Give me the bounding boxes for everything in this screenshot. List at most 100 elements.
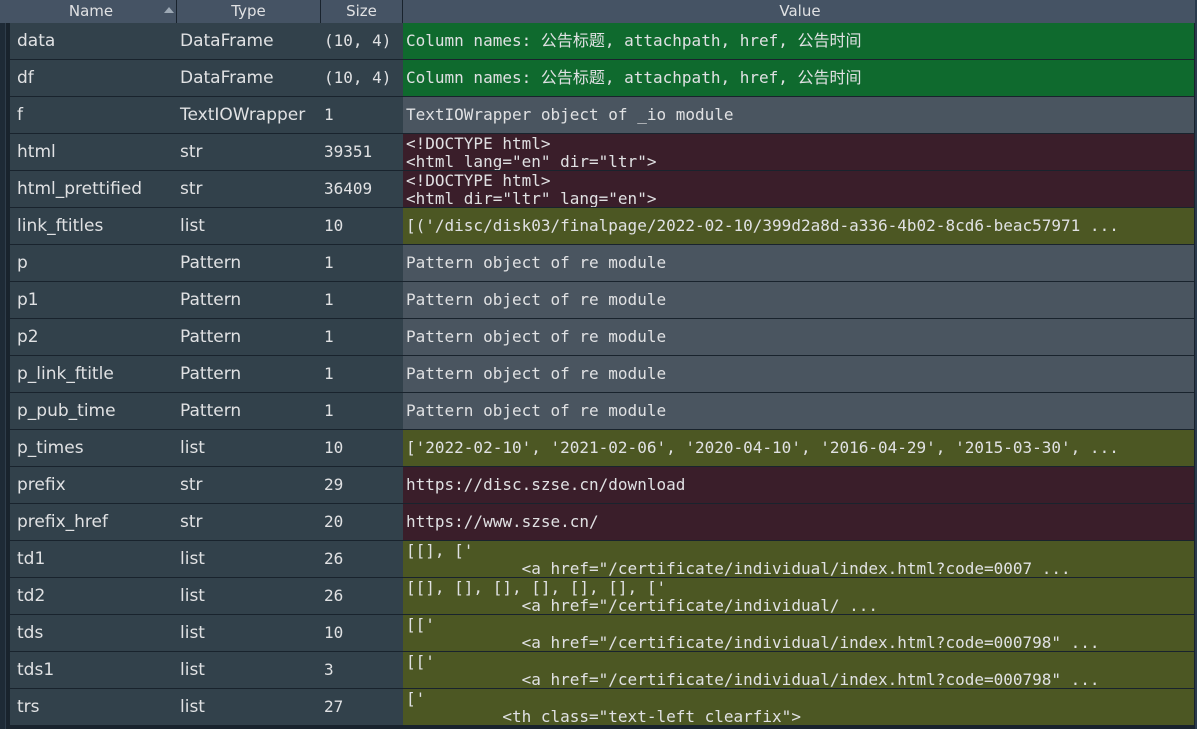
- variable-name-cell[interactable]: p2: [10, 319, 176, 355]
- variable-name-cell[interactable]: p1: [10, 282, 176, 318]
- variable-size-cell[interactable]: 1: [320, 282, 403, 318]
- column-header-type[interactable]: Type: [177, 0, 321, 23]
- column-header-value[interactable]: Value: [403, 0, 1197, 23]
- variable-size-cell[interactable]: 20: [320, 504, 403, 540]
- sort-ascending-icon[interactable]: [164, 7, 174, 13]
- variable-name-cell[interactable]: data: [10, 23, 176, 59]
- variable-name-cell[interactable]: td2: [10, 578, 176, 614]
- table-row[interactable]: df DataFrame (10, 4) Column names: 公告标题, at…: [0, 60, 1197, 97]
- variable-value-cell[interactable]: Column names: 公告标题, attachpath, href, 公告…: [403, 23, 1194, 59]
- variable-size-cell[interactable]: 36409: [320, 171, 403, 207]
- variable-value-cell[interactable]: [[' <a href="/certificate/individual/ind…: [403, 615, 1194, 651]
- variable-size-cell[interactable]: 10: [320, 615, 403, 651]
- table-row[interactable]: td1 list 26 [[], [' <a href="/certificate/i…: [0, 541, 1197, 578]
- variable-value-cell[interactable]: Pattern object of re module: [403, 319, 1194, 355]
- variable-type-cell[interactable]: str: [176, 504, 320, 540]
- table-row[interactable]: p_pub_time Pattern 1 Pattern object of re m…: [0, 393, 1197, 430]
- variable-name-cell[interactable]: link_ftitles: [10, 208, 176, 244]
- variable-value-cell[interactable]: Pattern object of re module: [403, 356, 1194, 392]
- variable-value-cell[interactable]: <!DOCTYPE html> <html dir="ltr" lang="en"…: [403, 171, 1194, 207]
- variable-size-cell[interactable]: 1: [320, 393, 403, 429]
- variable-size-cell[interactable]: 1: [320, 356, 403, 392]
- variable-size-cell[interactable]: (10, 4): [320, 23, 403, 59]
- variable-name-cell[interactable]: df: [10, 60, 176, 96]
- variable-value-cell[interactable]: Pattern object of re module: [403, 245, 1194, 281]
- variable-name-cell[interactable]: html_prettified: [10, 171, 176, 207]
- variable-size-cell[interactable]: 10: [320, 430, 403, 466]
- variable-value-cell[interactable]: Pattern object of re module: [403, 282, 1194, 318]
- table-row[interactable]: html_prettified str 36409 <!DOCTYPE html> <h…: [0, 171, 1197, 208]
- variable-value-cell[interactable]: ['2022-02-10', '2021-02-06', '2020-04-10…: [403, 430, 1194, 466]
- variable-name-cell[interactable]: p_link_ftitle: [10, 356, 176, 392]
- variable-type-cell[interactable]: str: [176, 467, 320, 503]
- variable-type-cell[interactable]: list: [176, 541, 320, 577]
- variable-size-cell[interactable]: 3: [320, 652, 403, 688]
- variable-value-cell[interactable]: TextIOWrapper object of _io module: [403, 97, 1194, 133]
- variable-size-cell[interactable]: 26: [320, 541, 403, 577]
- variable-name-cell[interactable]: p: [10, 245, 176, 281]
- table-row[interactable]: tds list 10 [[' <a href="/certificate/indiv…: [0, 615, 1197, 652]
- variable-name-cell[interactable]: prefix_href: [10, 504, 176, 540]
- variable-value-cell[interactable]: Column names: 公告标题, attachpath, href, 公告…: [403, 60, 1194, 96]
- variable-type-cell[interactable]: Pattern: [176, 393, 320, 429]
- variable-size-cell[interactable]: (10, 4): [320, 60, 403, 96]
- variable-type-cell[interactable]: Pattern: [176, 282, 320, 318]
- variable-name-cell[interactable]: td1: [10, 541, 176, 577]
- variable-size-cell[interactable]: 39351: [320, 134, 403, 170]
- table-row[interactable]: prefix str 29 https://disc.szse.cn/download: [0, 467, 1197, 504]
- variable-value-cell[interactable]: [[], [' <a href="/certificate/individual…: [403, 541, 1194, 577]
- variable-value-cell[interactable]: [('/disc/disk03/finalpage/2022-02-10/399…: [403, 208, 1194, 244]
- variable-size-cell[interactable]: 1: [320, 97, 403, 133]
- variable-name-cell[interactable]: p_pub_time: [10, 393, 176, 429]
- table-row[interactable]: p2 Pattern 1 Pattern object of re module: [0, 319, 1197, 356]
- variable-size-cell[interactable]: 29: [320, 467, 403, 503]
- variable-type-cell[interactable]: list: [176, 430, 320, 466]
- variable-name-cell[interactable]: tds: [10, 615, 176, 651]
- table-row[interactable]: td2 list 26 [[], [], [], [], [], [], [' <a …: [0, 578, 1197, 615]
- variable-value-cell[interactable]: https://disc.szse.cn/download: [403, 467, 1194, 503]
- variable-value-cell[interactable]: [[' <a href="/certificate/individual/ind…: [403, 652, 1194, 688]
- variable-type-cell[interactable]: list: [176, 208, 320, 244]
- table-row[interactable]: trs list 27 [' <th class="text-left clearfi…: [0, 689, 1197, 726]
- variable-type-cell[interactable]: list: [176, 652, 320, 688]
- variable-type-cell[interactable]: list: [176, 689, 320, 725]
- table-row[interactable]: p_link_ftitle Pattern 1 Pattern object of r…: [0, 356, 1197, 393]
- variable-name-cell[interactable]: tds1: [10, 652, 176, 688]
- variable-value-cell[interactable]: [' <th class="text-left clearfix">: [403, 689, 1194, 725]
- variable-type-cell[interactable]: list: [176, 615, 320, 651]
- variable-type-cell[interactable]: Pattern: [176, 245, 320, 281]
- variable-size-cell[interactable]: 1: [320, 245, 403, 281]
- variable-type-cell[interactable]: DataFrame: [176, 23, 320, 59]
- variable-type-cell[interactable]: list: [176, 578, 320, 614]
- table-row[interactable]: p_times list 10 ['2022-02-10', '2021-02-06'…: [0, 430, 1197, 467]
- variable-type-cell[interactable]: Pattern: [176, 356, 320, 392]
- variable-name-cell[interactable]: f: [10, 97, 176, 133]
- variable-type-cell[interactable]: str: [176, 134, 320, 170]
- variable-size-cell[interactable]: 26: [320, 578, 403, 614]
- variable-value-cell[interactable]: https://www.szse.cn/: [403, 504, 1194, 540]
- variable-size-cell[interactable]: 10: [320, 208, 403, 244]
- variable-value-cell[interactable]: [[], [], [], [], [], [], [' <a href="/ce…: [403, 578, 1194, 614]
- variable-value-cell[interactable]: <!DOCTYPE html> <html lang="en" dir="ltr"…: [403, 134, 1194, 170]
- variable-type-cell[interactable]: DataFrame: [176, 60, 320, 96]
- variable-type-cell[interactable]: Pattern: [176, 319, 320, 355]
- variable-size-cell[interactable]: 27: [320, 689, 403, 725]
- variable-size-cell[interactable]: 1: [320, 319, 403, 355]
- variable-name-cell[interactable]: trs: [10, 689, 176, 725]
- variable-value-cell[interactable]: Pattern object of re module: [403, 393, 1194, 429]
- table-row[interactable]: tds1 list 3 [[' <a href="/certificate/indiv…: [0, 652, 1197, 689]
- table-row[interactable]: f TextIOWrapper 1 TextIOWrapper object of _…: [0, 97, 1197, 134]
- table-row[interactable]: data DataFrame (10, 4) Column names: 公告标题, …: [0, 23, 1197, 60]
- variable-name-cell[interactable]: prefix: [10, 467, 176, 503]
- table-row[interactable]: p1 Pattern 1 Pattern object of re module: [0, 282, 1197, 319]
- table-row[interactable]: html str 39351 <!DOCTYPE html> <html lang="e…: [0, 134, 1197, 171]
- table-row[interactable]: prefix_href str 20 https://www.szse.cn/: [0, 504, 1197, 541]
- column-header-size[interactable]: Size: [321, 0, 403, 23]
- variable-type-cell[interactable]: TextIOWrapper: [176, 97, 320, 133]
- variable-name-cell[interactable]: p_times: [10, 430, 176, 466]
- table-row[interactable]: link_ftitles list 10 [('/disc/disk03/finalp…: [0, 208, 1197, 245]
- column-header-name[interactable]: Name: [6, 0, 177, 23]
- variable-name-cell[interactable]: html: [10, 134, 176, 170]
- table-row[interactable]: p Pattern 1 Pattern object of re module: [0, 245, 1197, 282]
- variable-type-cell[interactable]: str: [176, 171, 320, 207]
